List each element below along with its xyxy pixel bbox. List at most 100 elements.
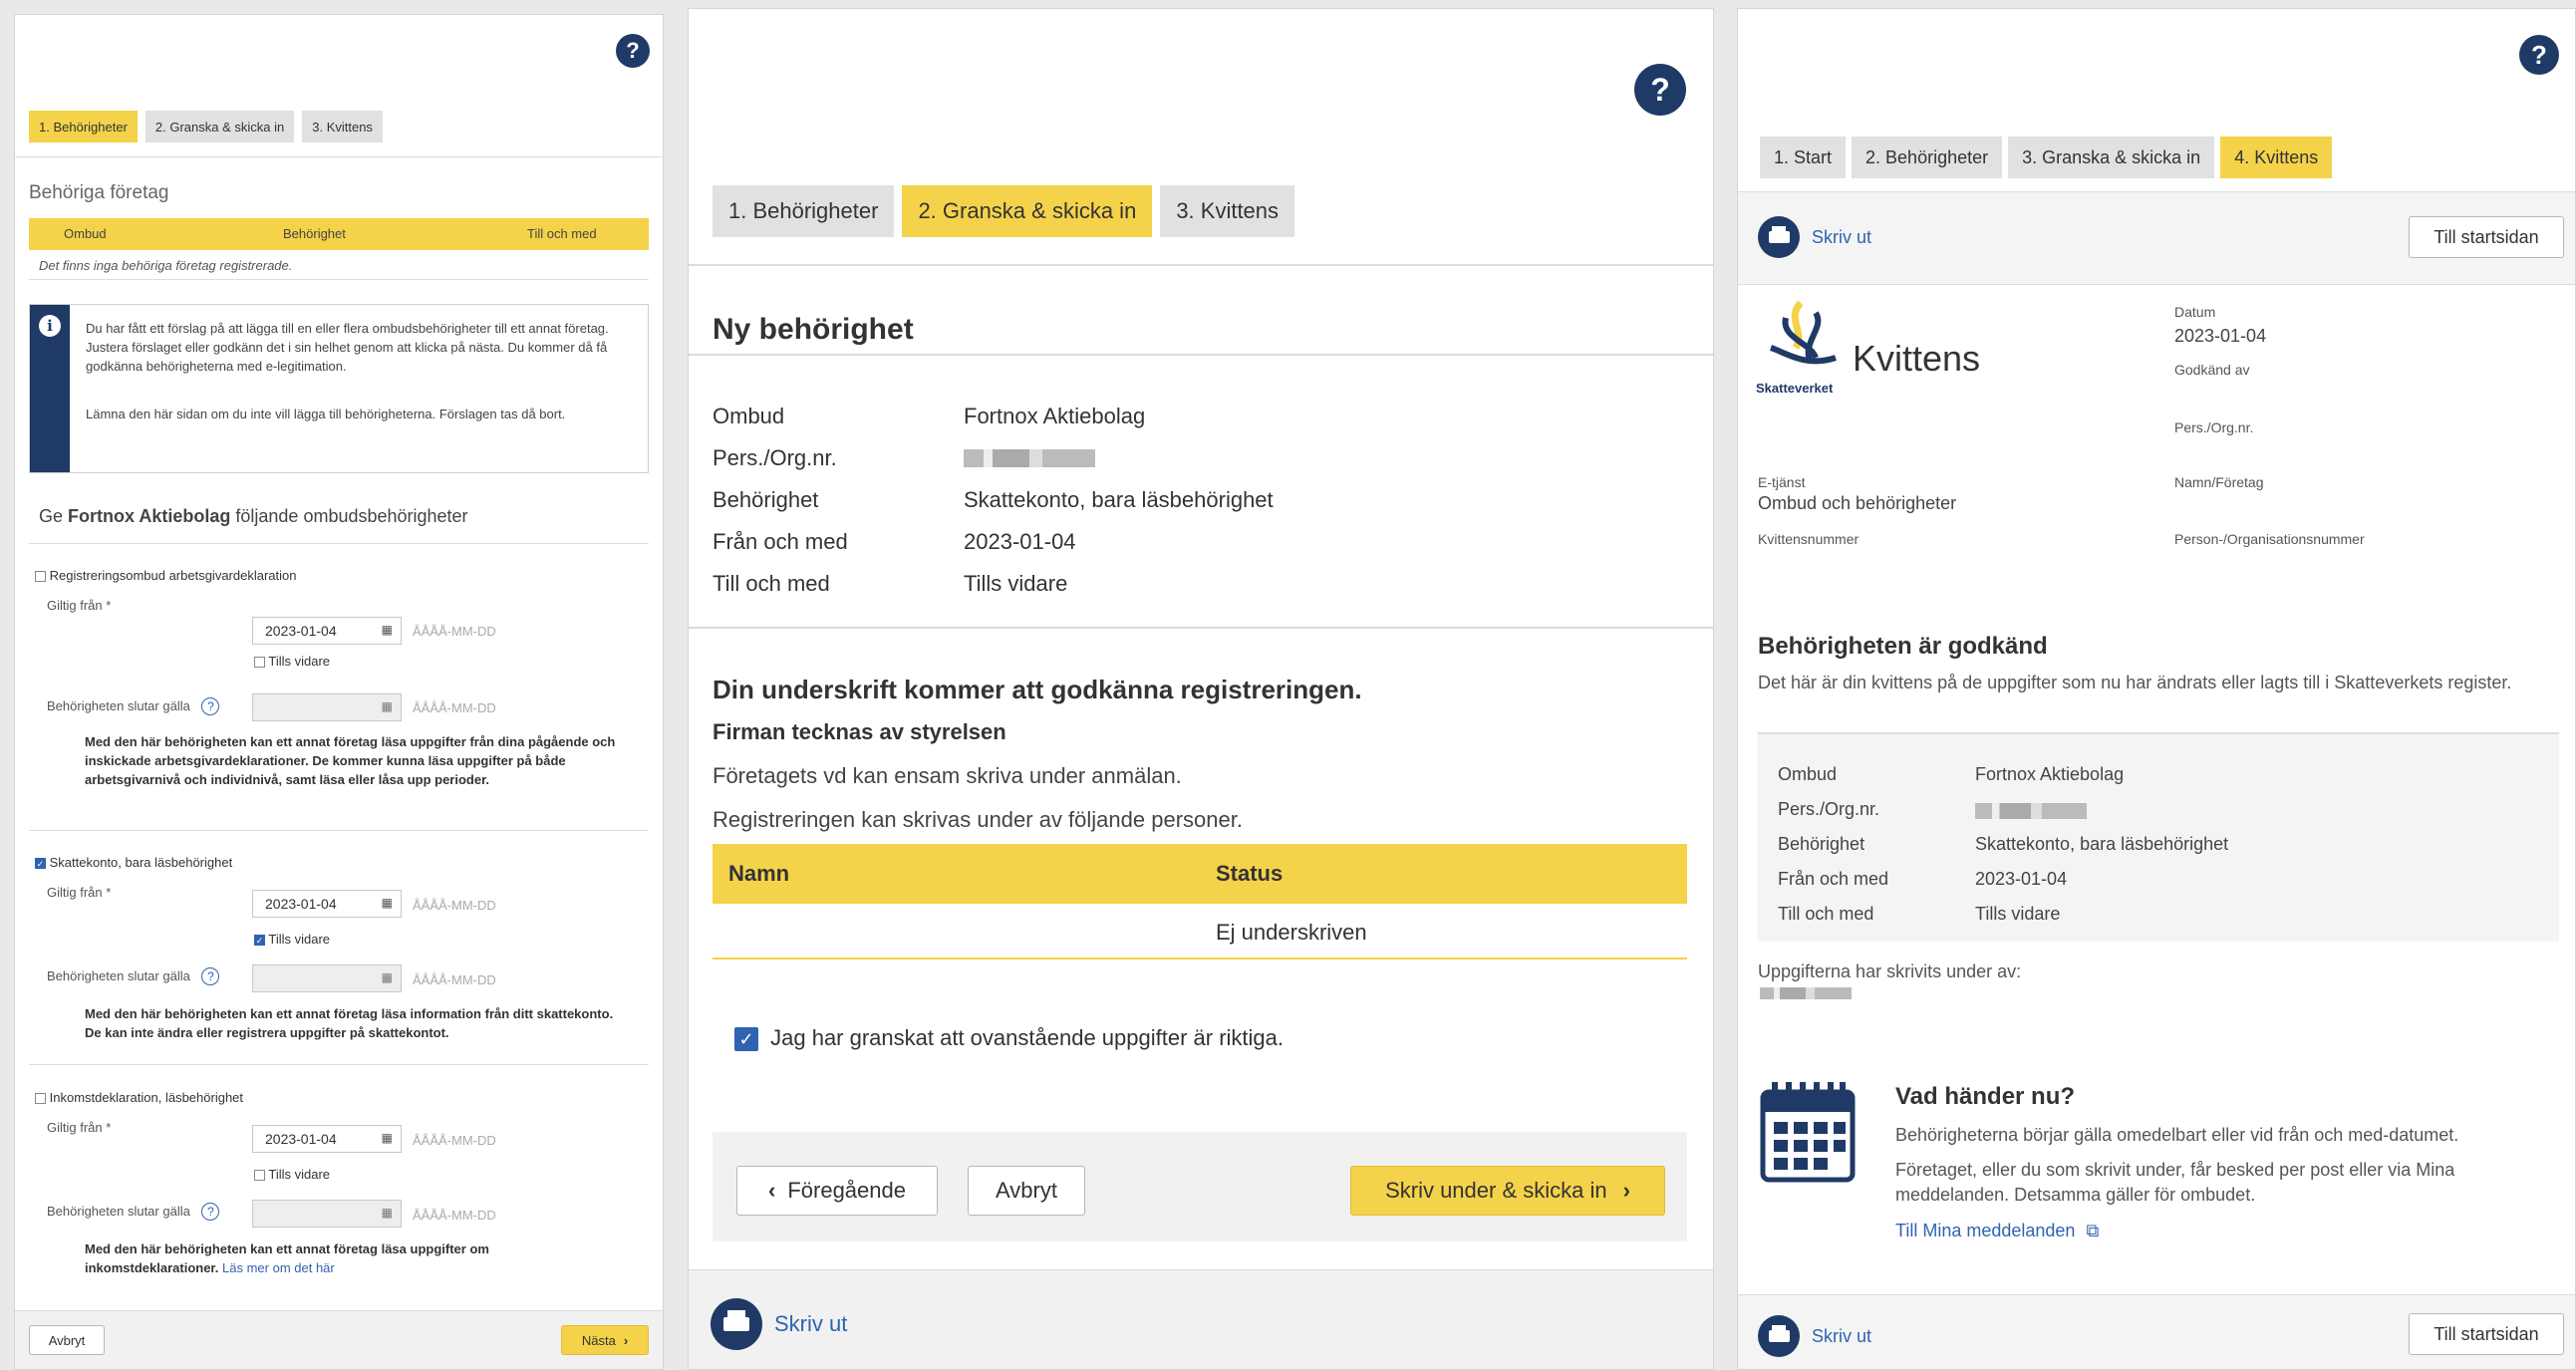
- external-link-icon: ⧉: [2086, 1221, 2100, 1240]
- help-icon[interactable]: ?: [616, 34, 650, 68]
- tills-vidare[interactable]: Tills vidare: [254, 654, 330, 669]
- next-text: Behörigheterna börjar gälla omedelbart e…: [1895, 1125, 2459, 1145]
- confirm-checkbox-row[interactable]: ✓ Jag har granskat att ovanstående uppgi…: [734, 1025, 1284, 1052]
- col-ombud: Ombud: [64, 226, 107, 241]
- tills-vidare-checkbox[interactable]: ✓: [254, 935, 265, 947]
- signers-table-header: Namn Status: [713, 844, 1687, 904]
- label-slutar-galla: Behörigheten slutar gälla ?: [47, 1203, 220, 1221]
- permission-desc: Med den här behörigheten kan ett annat f…: [85, 1006, 614, 1040]
- info-text: Du har fått ett förslag på att lägga til…: [86, 321, 609, 374]
- home-button[interactable]: Till startsidan: [2409, 1313, 2564, 1355]
- print-link[interactable]: Skriv ut: [711, 1298, 847, 1350]
- help-circle-icon[interactable]: ?: [201, 1203, 220, 1221]
- calendar-icon: ▦: [381, 1206, 393, 1220]
- step-granska: 2. Granska & skicka in: [902, 185, 1153, 237]
- tills-vidare[interactable]: ✓ Tills vidare: [254, 932, 330, 947]
- footer-bar: Avbryt Nästa ›: [15, 1310, 663, 1369]
- col-behorighet: Behörighet: [283, 226, 346, 241]
- date-from-input[interactable]: 2023-01-04 ▦: [252, 890, 402, 918]
- label-giltig-fran: Giltig från *: [47, 1120, 112, 1135]
- godkand-label: Godkänd av: [2174, 362, 2250, 378]
- panel-granska: ? 1. Behörigheter 2. Granska & skicka in…: [688, 8, 1714, 1370]
- print-link[interactable]: Skriv ut: [1758, 1315, 1871, 1357]
- tills-vidare-checkbox[interactable]: [254, 657, 265, 669]
- detail-row: Pers./Org.nr.: [713, 437, 1669, 479]
- datum-label: Datum: [2174, 304, 2216, 320]
- redacted-id: [964, 449, 1095, 467]
- help-icon[interactable]: ?: [1634, 64, 1686, 116]
- firm-heading: Firman tecknas av styrelsen: [713, 719, 1006, 744]
- permission-checkbox[interactable]: [35, 571, 46, 583]
- tills-vidare[interactable]: Tills vidare: [254, 1167, 330, 1182]
- pers-label: Pers./Org.nr.: [2174, 419, 2254, 435]
- mina-meddelanden-link[interactable]: Till Mina meddelanden ⧉: [1895, 1221, 2099, 1241]
- calendar-icon: ▦: [381, 970, 393, 984]
- skatteverket-logo: Skatteverket: [1756, 298, 1851, 398]
- calendar-icon[interactable]: ▦: [382, 896, 393, 910]
- top-toolbar: Skriv ut Till startsidan: [1738, 191, 2575, 285]
- date-end-input: ▦: [252, 693, 402, 721]
- next-text-2: Företaget, eller du som skrivit under, f…: [1895, 1160, 2455, 1205]
- permission-desc: Med den här behörigheten kan ett annat f…: [85, 1241, 489, 1275]
- next-heading: Vad händer nu?: [1895, 1083, 2076, 1110]
- signed-by-label: Uppgifterna har skrivits under av:: [1758, 961, 2022, 981]
- help-icon[interactable]: ?: [2519, 35, 2559, 75]
- permission-title[interactable]: Registreringsombud arbetsgivardeklaratio…: [35, 568, 296, 583]
- calendar-icon[interactable]: ▦: [382, 623, 393, 637]
- sign-heading: Din underskrift kommer att godkänna regi…: [713, 675, 1362, 704]
- step-indicator: 1. Start 2. Behörigheter 3. Granska & sk…: [1760, 137, 2333, 178]
- calendar-icon[interactable]: ▦: [382, 1131, 393, 1145]
- printer-icon: [1758, 216, 1800, 258]
- submit-button[interactable]: Skriv under & skicka in ›: [1350, 1166, 1665, 1216]
- details-list: Ombud Fortnox Aktiebolag Pers./Org.nr. Be…: [713, 396, 1669, 605]
- label-slutar-galla: Behörigheten slutar gälla ?: [47, 967, 220, 985]
- permission-checkbox[interactable]: ✓: [35, 858, 46, 870]
- help-circle-icon[interactable]: ?: [201, 697, 220, 715]
- date-format-hint: ÅÅÅÅ-MM-DD: [413, 972, 496, 987]
- print-link[interactable]: Skriv ut: [1758, 216, 1871, 258]
- date-format-hint: ÅÅÅÅ-MM-DD: [413, 1133, 496, 1148]
- page-title: Ny behörighet: [713, 313, 914, 346]
- permission-title[interactable]: Inkomstdeklaration, läsbehörighet: [35, 1090, 243, 1105]
- print-bar: Skriv ut: [689, 1269, 1713, 1369]
- action-bar: ‹ Föregående Avbryt Skriv under & skicka …: [713, 1132, 1687, 1241]
- panel-kvittens: ? 1. Start 2. Behörigheter 3. Granska & …: [1737, 8, 2576, 1370]
- date-format-hint: ÅÅÅÅ-MM-DD: [413, 898, 496, 913]
- previous-button[interactable]: ‹ Föregående: [736, 1166, 938, 1216]
- read-more-link[interactable]: Läs mer om det här: [222, 1260, 335, 1275]
- receipt-title: Kvittens: [1853, 338, 1981, 379]
- step-kvittens: 3. Kvittens: [302, 111, 383, 142]
- approved-text: Det här är din kvittens på de uppgifter …: [1758, 673, 2512, 692]
- detail-row: Från och med 2023-01-04: [713, 529, 1076, 554]
- confirm-checkbox[interactable]: ✓: [734, 1027, 758, 1052]
- date-from-input[interactable]: 2023-01-04 ▦: [252, 1125, 402, 1153]
- date-end-input: ▦: [252, 1200, 402, 1228]
- date-end-input: ▦: [252, 964, 402, 992]
- person-org-label: Person-/Organisationsnummer: [2174, 531, 2365, 547]
- permission-desc: Med den här behörigheten kan ett annat f…: [85, 734, 616, 787]
- date-format-hint: ÅÅÅÅ-MM-DD: [413, 624, 496, 639]
- step-kvittens: 4. Kvittens: [2220, 137, 2333, 178]
- tills-vidare-checkbox[interactable]: [254, 1170, 265, 1182]
- permission-checkbox[interactable]: [35, 1093, 46, 1105]
- date-from-input[interactable]: 2023-01-04 ▦: [252, 617, 402, 645]
- datum-value: 2023-01-04: [2174, 326, 2267, 346]
- table-row: Ej underskriven: [713, 904, 1687, 959]
- permission-title[interactable]: ✓ Skattekonto, bara läsbehörighet: [35, 855, 232, 870]
- firm-text-2: Registreringen kan skrivas under av följ…: [713, 807, 1243, 832]
- chevron-right-icon: ›: [1622, 1178, 1630, 1203]
- detail-row: Till och med Tills vidare: [713, 571, 1068, 596]
- col-namn: Namn: [728, 861, 790, 886]
- namn-label: Namn/Företag: [2174, 474, 2264, 490]
- help-circle-icon[interactable]: ?: [201, 967, 220, 985]
- permission-group: Registreringsombud arbetsgivardeklaratio…: [29, 568, 649, 827]
- step-start: 1. Start: [1760, 137, 1847, 178]
- home-button[interactable]: Till startsidan: [2409, 216, 2564, 258]
- next-button[interactable]: Nästa ›: [561, 1325, 649, 1355]
- label-giltig-fran: Giltig från *: [47, 885, 112, 900]
- permission-group: ✓ Skattekonto, bara läsbehörighet Giltig…: [29, 850, 649, 1059]
- step-granska: 2. Granska & skicka in: [144, 111, 295, 142]
- agents-table-header: Ombud Behörighet Till och med: [29, 218, 649, 250]
- cancel-button[interactable]: Avbryt: [968, 1166, 1085, 1216]
- cancel-button[interactable]: Avbryt: [29, 1325, 105, 1355]
